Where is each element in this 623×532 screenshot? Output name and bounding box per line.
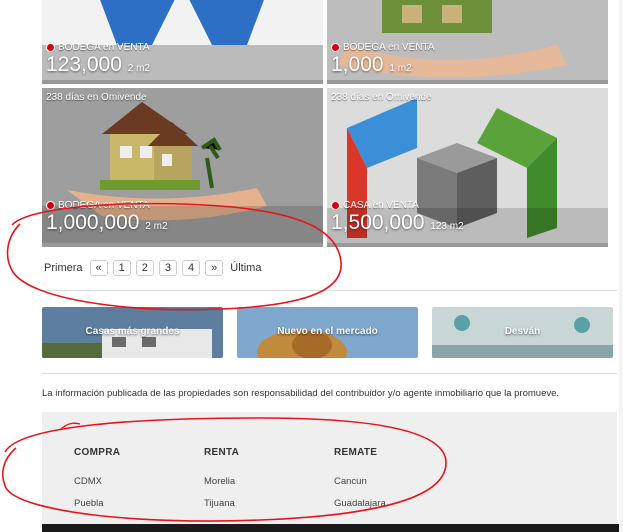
footer-link-guadalajara[interactable]: Guadalajara [334,498,386,509]
pagination-page-1[interactable]: 1 [112,260,131,276]
pagination-next[interactable]: » [205,260,224,276]
category-label: Nuevo en el mercado [277,326,378,337]
category-tile-desvan[interactable]: Desván [432,307,613,358]
listing-card[interactable]: 238 días en Omivende CASA en VENTA 1,500… [327,88,608,247]
listing-days: 238 días en Omivende [331,92,432,103]
listing-price: 1,500,000 123 m2 [331,211,464,235]
page: BODEGA en VENTA 123,000 2 m2 BODEGA en V… [0,0,623,532]
listing-price-value: 1,500,000 [331,211,425,234]
divider [42,290,617,291]
category-label: Casas más grandes [85,326,180,337]
listing-card[interactable]: BODEGA en VENTA 123,000 2 m2 [42,0,323,84]
footer-column-remate: REMATE Cancun Guadalajara [334,447,386,509]
listing-type: CASA en VENTA [331,200,419,211]
listing-type: BODEGA en VENTA [46,200,150,211]
pagination-page-2[interactable]: 2 [135,260,154,276]
footer-column-title: REMATE [334,447,378,458]
disclaimer-text: La información publicada de las propieda… [42,388,560,399]
listing-price: 1,000 1 m2 [331,53,412,77]
listing-days: 238 días en Omivende [46,92,147,103]
status-dot-icon [331,201,340,210]
pagination-last[interactable]: Última [228,261,263,275]
footer-column-title: RENTA [204,447,240,458]
listing-type: BODEGA en VENTA [331,42,435,53]
listing-area: 123 m2 [430,221,464,232]
category-tile-casas-mas-grandes[interactable]: Casas más grandes [42,307,223,358]
footer-column-renta: RENTA Morelia Tijuana [204,447,239,509]
pagination-prev[interactable]: « [89,260,108,276]
pagination-page-4[interactable]: 4 [182,260,201,276]
footer-link-cancun[interactable]: Cancun [334,476,386,487]
listing-price: 1,000,000 2 m2 [46,211,168,235]
footer-column-title: COMPRA [74,447,121,458]
footer-link-puebla[interactable]: Puebla [74,498,120,509]
footer-link-cdmx[interactable]: CDMX [74,476,120,487]
category-label: Desván [504,326,541,337]
scrollbar[interactable] [619,0,623,532]
status-dot-icon [46,43,55,52]
listing-price-value: 1,000 [331,53,384,76]
listing-type-label: BODEGA en VENTA [58,42,150,53]
listing-price-value: 1,000,000 [46,211,140,234]
listing-card[interactable]: BODEGA en VENTA 1,000 1 m2 [327,0,608,84]
footer-column-compra: COMPRA CDMX Puebla [74,447,120,509]
footer-link-tijuana[interactable]: Tijuana [204,498,239,509]
listing-area: 1 m2 [389,63,412,74]
pagination-first[interactable]: Primera [42,261,85,275]
listing-type-label: BODEGA en VENTA [343,42,435,53]
divider [42,373,617,374]
status-dot-icon [331,43,340,52]
listing-price: 123,000 2 m2 [46,53,150,77]
pagination-page-3[interactable]: 3 [158,260,178,276]
listing-type-label: CASA en VENTA [343,200,419,211]
listing-type-label: BODEGA en VENTA [58,200,150,211]
footer-bottom-bar [42,524,623,532]
footer: COMPRA CDMX Puebla RENTA Morelia Tijuana… [42,412,617,524]
listing-area: 2 m2 [145,221,168,232]
listing-type: BODEGA en VENTA [46,42,150,53]
status-dot-icon [46,201,55,210]
listing-card[interactable]: 238 días en Omivende BODEGA en VENTA 1,0… [42,88,323,247]
pagination: Primera « 1 2 3 4 » Última [42,260,263,276]
footer-link-morelia[interactable]: Morelia [204,476,239,487]
listing-area: 2 m2 [127,63,150,74]
category-tile-nuevo-en-el-mercado[interactable]: Nuevo en el mercado [237,307,418,358]
listing-price-value: 123,000 [46,53,122,76]
